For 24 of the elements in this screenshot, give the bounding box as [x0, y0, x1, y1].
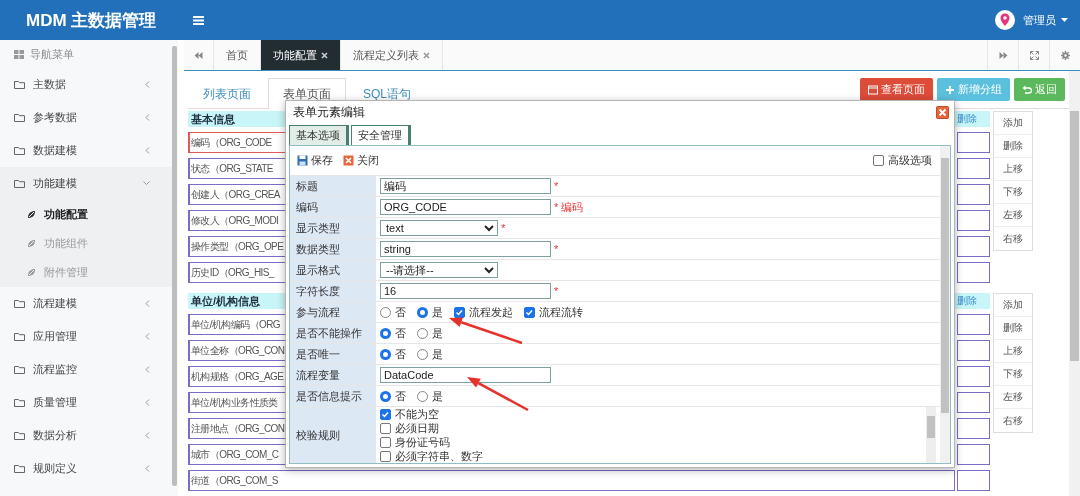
field-label: 是否唯一 [290, 344, 376, 364]
field-label: 显示格式 [290, 260, 376, 280]
required-mark: * [554, 285, 559, 297]
required-mark: * [554, 201, 559, 213]
hint-text: 编码 [561, 199, 584, 215]
app-title: MDM 主数据管理 [26, 9, 158, 32]
field-label: 是否信息提示 [290, 386, 376, 406]
required-mark: * [501, 222, 506, 234]
field-label: 校验规则 [290, 407, 376, 463]
sidebar-heading: 导航菜单 [30, 46, 74, 62]
field-label: 数据类型 [290, 239, 376, 259]
field-label: 流程变量 [290, 365, 376, 385]
field-label: 是否不能操作 [290, 323, 376, 343]
section-title: 单位/机构信息 [190, 294, 261, 309]
column-header: 删除 [957, 294, 978, 308]
section-title: 基本信息 [190, 112, 235, 127]
column-header: 删除 [957, 112, 978, 126]
field-label: 编码 [290, 197, 376, 217]
field-label: 参与流程 [290, 302, 376, 322]
required-mark: * [554, 243, 559, 255]
field-label: 显示类型 [290, 218, 376, 238]
field-label: 字符长度 [290, 281, 376, 301]
required-mark: * [554, 180, 559, 192]
field-label: 标题 [290, 176, 376, 196]
